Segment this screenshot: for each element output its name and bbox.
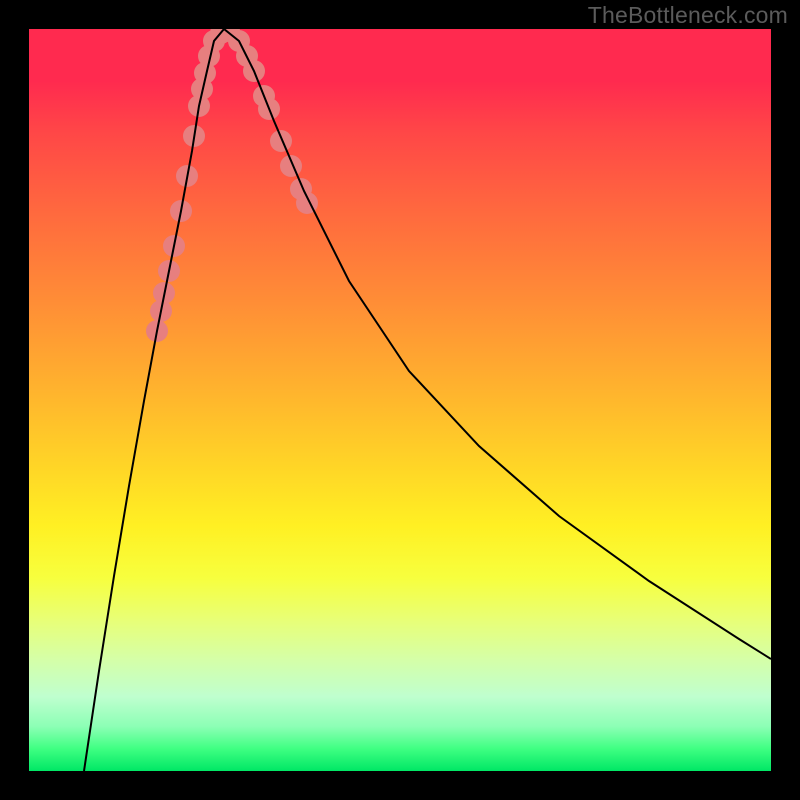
curve-marker [270, 130, 292, 152]
chart-svg [29, 29, 771, 771]
chart-plot-area [29, 29, 771, 771]
watermark-text: TheBottleneck.com [588, 2, 788, 29]
markers-group [146, 29, 318, 342]
